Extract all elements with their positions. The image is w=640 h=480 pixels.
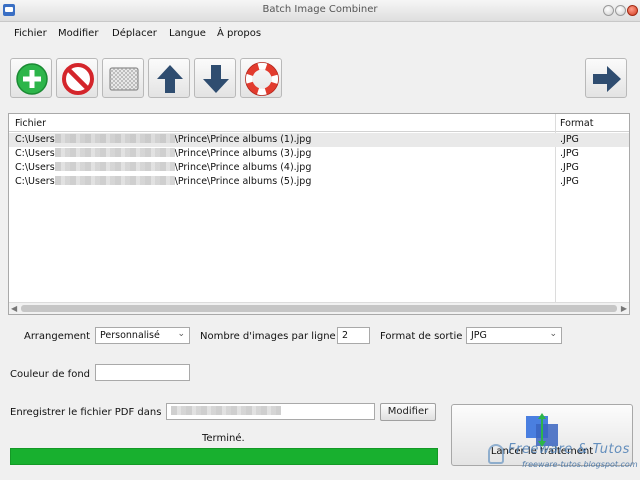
menu-a-propos[interactable]: À propos <box>217 28 261 39</box>
move-up-button[interactable] <box>148 58 190 98</box>
column-header-file[interactable]: Fichier <box>15 118 46 129</box>
output-format-select[interactable]: JPG ⌄ <box>466 327 562 344</box>
file-format-cell: .JPG <box>560 134 579 145</box>
chevron-down-icon: ⌄ <box>549 329 557 339</box>
file-format-cell: .JPG <box>560 148 579 159</box>
watermark-brand: Freeware & Tutos <box>508 442 630 457</box>
title-bar: Batch Image Combiner <box>0 0 640 22</box>
arrangement-value: Personnalisé <box>100 330 160 341</box>
maximize-button[interactable] <box>615 5 626 16</box>
file-path-cell: C:\Users \Prince\Prince albums (5).jpg <box>15 176 312 187</box>
save-pdf-label: Enregistrer le fichier PDF dans <box>10 407 162 418</box>
arrow-down-icon <box>203 65 229 93</box>
table-row[interactable]: C:\Users \Prince\Prince albums (1).jpg .J… <box>9 133 629 147</box>
move-down-button[interactable] <box>194 58 236 98</box>
table-row[interactable]: C:\Users \Prince\Prince albums (3).jpg .J… <box>9 147 629 161</box>
next-button[interactable] <box>585 58 627 98</box>
redacted-text <box>171 406 281 415</box>
window-title: Batch Image Combiner <box>262 4 378 15</box>
file-path-cell: C:\Users \Prince\Prince albums (4).jpg <box>15 162 312 173</box>
background-color-field[interactable] <box>95 364 190 381</box>
help-icon <box>245 62 279 96</box>
horizontal-scrollbar[interactable]: ◀ ▶ <box>9 302 629 314</box>
redacted-text <box>54 134 175 143</box>
pdf-path-field[interactable] <box>166 403 375 420</box>
table-row[interactable]: C:\Users \Prince\Prince albums (5).jpg .J… <box>9 175 629 189</box>
file-path-cell: C:\Users \Prince\Prince albums (3).jpg <box>15 148 312 159</box>
menu-bar: Fichier Modifier Déplacer Langue À propo… <box>0 22 640 46</box>
scroll-right-icon[interactable]: ▶ <box>621 304 627 313</box>
watermark: Freeware & Tutos freeware-tutos.blogspot… <box>486 438 638 478</box>
images-per-row-label: Nombre d'images par ligne <box>200 331 336 342</box>
redacted-text <box>54 148 175 157</box>
redacted-text <box>54 162 175 171</box>
arrow-right-icon <box>593 66 621 92</box>
table-row[interactable]: C:\Users \Prince\Prince albums (4).jpg .J… <box>9 161 629 175</box>
arrow-up-icon <box>157 65 183 93</box>
scroll-left-icon[interactable]: ◀ <box>11 304 17 313</box>
arrangement-label: Arrangement <box>24 331 91 342</box>
menu-deplacer[interactable]: Déplacer <box>112 28 157 39</box>
redacted-text <box>54 176 175 185</box>
add-icon <box>16 63 48 95</box>
chevron-down-icon: ⌄ <box>177 329 185 339</box>
close-button[interactable] <box>627 5 638 16</box>
output-format-label: Format de sortie <box>380 331 463 342</box>
file-table[interactable]: Fichier Format C:\Users \Prince\Prince al… <box>8 113 630 315</box>
remove-button[interactable] <box>56 58 98 98</box>
minimize-button[interactable] <box>603 5 614 16</box>
watermark-url: freeware-tutos.blogspot.com <box>522 460 638 469</box>
scrollbar-thumb[interactable] <box>21 305 617 312</box>
clear-button[interactable] <box>102 58 144 98</box>
file-path-cell: C:\Users \Prince\Prince albums (1).jpg <box>15 134 312 145</box>
add-button[interactable] <box>10 58 52 98</box>
remove-icon <box>62 63 94 95</box>
table-header: Fichier Format <box>9 114 629 132</box>
menu-fichier[interactable]: Fichier <box>14 28 47 39</box>
status-text: Terminé. <box>202 433 245 444</box>
modify-button[interactable]: Modifier <box>380 403 436 421</box>
clear-icon <box>109 67 139 91</box>
watermark-logo-icon <box>488 444 504 464</box>
output-format-value: JPG <box>471 330 487 341</box>
images-per-row-input[interactable]: 2 <box>337 327 370 344</box>
file-format-cell: .JPG <box>560 176 579 187</box>
menu-langue[interactable]: Langue <box>169 28 206 39</box>
menu-modifier[interactable]: Modifier <box>58 28 98 39</box>
file-format-cell: .JPG <box>560 162 579 173</box>
background-color-label: Couleur de fond <box>10 369 90 380</box>
help-button[interactable] <box>240 58 282 98</box>
column-header-format[interactable]: Format <box>560 118 593 129</box>
arrangement-select[interactable]: Personnalisé ⌄ <box>95 327 190 344</box>
toolbar <box>0 46 640 106</box>
progress-bar <box>10 448 438 465</box>
